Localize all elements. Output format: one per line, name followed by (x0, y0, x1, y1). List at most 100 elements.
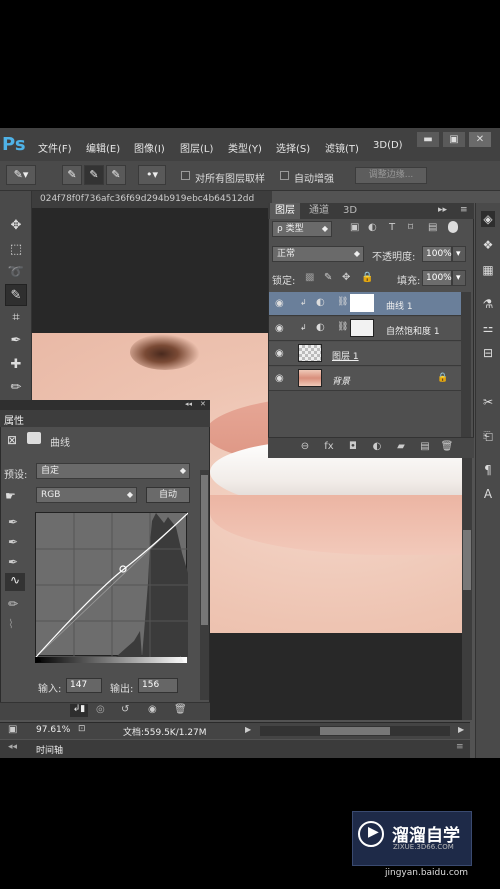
channel-select[interactable]: RGB ◆ (36, 487, 137, 503)
menu-file[interactable]: 文件(F) (38, 140, 72, 155)
mask-mode-icon[interactable] (27, 432, 41, 444)
eyedropper-tool-icon[interactable]: ✒ (5, 330, 27, 352)
white-slider-icon[interactable]: ▲ (178, 655, 183, 663)
blend-mode-select[interactable]: 正常 ◆ (272, 246, 364, 262)
mask-icon[interactable]: ◘ (346, 441, 360, 453)
layer-filter-select[interactable]: ρ 类型 ◆ (272, 221, 332, 237)
gray-point-eyedropper-icon[interactable]: ✒ (8, 535, 18, 549)
filter-adjustment-icon[interactable]: ◐ (368, 222, 377, 233)
layer-name[interactable]: 图层 1 (332, 349, 359, 362)
timeline-menu-icon[interactable]: ≡ (456, 742, 464, 752)
timeline-close-icon[interactable]: ◂◂ (8, 742, 17, 752)
input-field[interactable]: 147 (66, 678, 102, 693)
fx-icon[interactable]: fx (322, 441, 336, 453)
pencil-curve-icon[interactable]: ✏ (8, 597, 18, 611)
filter-smart-icon[interactable]: ▤ (428, 222, 437, 233)
delete-adjustment-icon[interactable]: 🗑 (174, 704, 187, 715)
lock-position-icon[interactable]: ✥ (342, 272, 350, 283)
quick-select-preset-icon[interactable]: ✎▾ (6, 165, 36, 185)
paths-dock-icon[interactable]: ▦ (481, 262, 495, 278)
document-tab[interactable]: 024f78f0f736afc36f69d294b919ebc4b64512dd (32, 191, 272, 208)
curve-edit-icon[interactable]: ∿ (5, 573, 25, 591)
properties-title[interactable]: 属性 (4, 412, 24, 427)
layers-scrollbar[interactable] (461, 292, 471, 437)
quick-select-tool-icon[interactable]: ✎ (5, 284, 27, 306)
brush-dock-icon[interactable]: ⚗ (481, 296, 495, 312)
tab-layers[interactable]: 图层 (270, 203, 300, 219)
curves-graph[interactable] (35, 512, 188, 657)
opacity-dropdown-icon[interactable]: ▾ (452, 246, 466, 262)
move-tool-icon[interactable]: ✥ (5, 215, 27, 237)
panel-menu-icon[interactable]: ≡ (460, 205, 468, 215)
visibility-eye-icon[interactable]: ◉ (275, 349, 287, 359)
white-point-eyedropper-icon[interactable]: ✒ (8, 555, 18, 569)
tab-3d[interactable]: 3D (338, 203, 362, 219)
lock-all-icon[interactable]: 🔒 (361, 272, 373, 283)
horizontal-scroll-thumb[interactable] (320, 727, 390, 735)
panel-collapse-icon[interactable]: ◂◂ (185, 400, 192, 408)
layer-mask-thumb[interactable] (350, 319, 374, 337)
trash-icon[interactable]: 🗑 (440, 441, 454, 453)
preset-select[interactable]: 自定 ◆ (36, 463, 190, 479)
visibility-eye-icon[interactable]: ◉ (275, 374, 287, 384)
properties-scroll-thumb[interactable] (201, 475, 208, 625)
visibility-eye-icon[interactable]: ◉ (275, 299, 287, 309)
panel-collapse-icon[interactable]: ▸▸ (438, 205, 447, 215)
layer-mask-thumb[interactable] (350, 294, 374, 312)
layer-name[interactable]: 背景 (332, 374, 350, 387)
channels-dock-icon[interactable]: ❖ (481, 237, 495, 253)
folder-icon[interactable]: ▰ (394, 441, 408, 453)
healing-brush-icon[interactable]: ✚ (5, 354, 27, 376)
layers-dock-icon[interactable]: ◈ (481, 211, 495, 227)
targeted-adjust-icon[interactable]: ☛ (5, 489, 16, 503)
layer-name[interactable]: 曲线 1 (386, 299, 413, 312)
view-previous-icon[interactable]: ◎ (96, 704, 105, 715)
crop-tool-icon[interactable]: ⌗ (5, 307, 27, 329)
menu-layer[interactable]: 图层(L) (180, 140, 213, 155)
lock-transparent-icon[interactable]: ▩ (305, 272, 314, 283)
filter-toggle-icon[interactable] (448, 221, 458, 233)
filter-shape-icon[interactable]: ⌑ (408, 222, 413, 233)
visibility-eye-icon[interactable]: ◉ (275, 324, 287, 334)
new-selection-icon[interactable]: ✎ (62, 165, 82, 185)
minimize-button[interactable]: ▬ (417, 132, 439, 147)
sample-all-layers-checkbox[interactable] (181, 171, 190, 180)
mask-link-icon[interactable]: ⛓ (337, 322, 348, 332)
zoom-level[interactable]: 97.61% (36, 725, 70, 735)
brush-size-icon[interactable]: •▾ (138, 165, 166, 185)
curves-svg[interactable] (36, 513, 188, 657)
add-to-selection-icon[interactable]: ✎ (84, 165, 104, 185)
auto-button[interactable]: 自动 (146, 487, 190, 503)
menu-filter[interactable]: 滤镜(T) (325, 140, 359, 155)
smooth-curve-icon[interactable]: ⌇ (8, 617, 14, 631)
menu-select[interactable]: 选择(S) (276, 140, 310, 155)
filter-type-icon[interactable]: T (389, 222, 395, 233)
opacity-field[interactable]: 100% (422, 246, 452, 262)
link-icon[interactable]: ⊖ (298, 441, 312, 453)
menu-image[interactable]: 图像(I) (134, 140, 165, 155)
lock-pixels-icon[interactable]: ✎ (324, 272, 332, 283)
visibility-toggle-icon[interactable]: ◉ (148, 704, 157, 715)
brush-tool-icon[interactable]: ✏ (5, 377, 27, 399)
mask-link-icon[interactable]: ⛓ (337, 297, 348, 307)
maximize-button[interactable]: ▣ (443, 132, 465, 147)
menu-type[interactable]: 类型(Y) (228, 140, 262, 155)
fill-dropdown-icon[interactable]: ▾ (452, 270, 466, 286)
adjustment-icon[interactable]: ◐ (370, 441, 384, 453)
timeline-tab[interactable]: 时间轴 (36, 743, 63, 756)
menu-3d[interactable]: 3D(D) (373, 140, 403, 151)
status-menu-icon[interactable]: ▶ (245, 725, 251, 734)
history-dock-icon[interactable]: ⎗ (481, 428, 495, 444)
refine-edge-button[interactable]: 调整边缘... (355, 167, 427, 184)
character-dock-icon[interactable]: A (481, 486, 495, 502)
auto-enhance-checkbox[interactable] (280, 171, 289, 180)
tools-dock-icon[interactable]: ✂ (481, 394, 495, 410)
styles-dock-icon[interactable]: ⊟ (481, 345, 495, 361)
adjust-dock-icon[interactable]: ⚍ (481, 320, 495, 336)
menu-edit[interactable]: 编辑(E) (86, 140, 120, 155)
black-slider-icon[interactable]: ▲ (36, 655, 41, 663)
close-button[interactable]: ✕ (469, 132, 491, 147)
timeline-toggle-icon[interactable]: ▣ (8, 724, 17, 735)
output-field[interactable]: 156 (138, 678, 178, 693)
filter-pixel-icon[interactable]: ▣ (350, 222, 359, 233)
